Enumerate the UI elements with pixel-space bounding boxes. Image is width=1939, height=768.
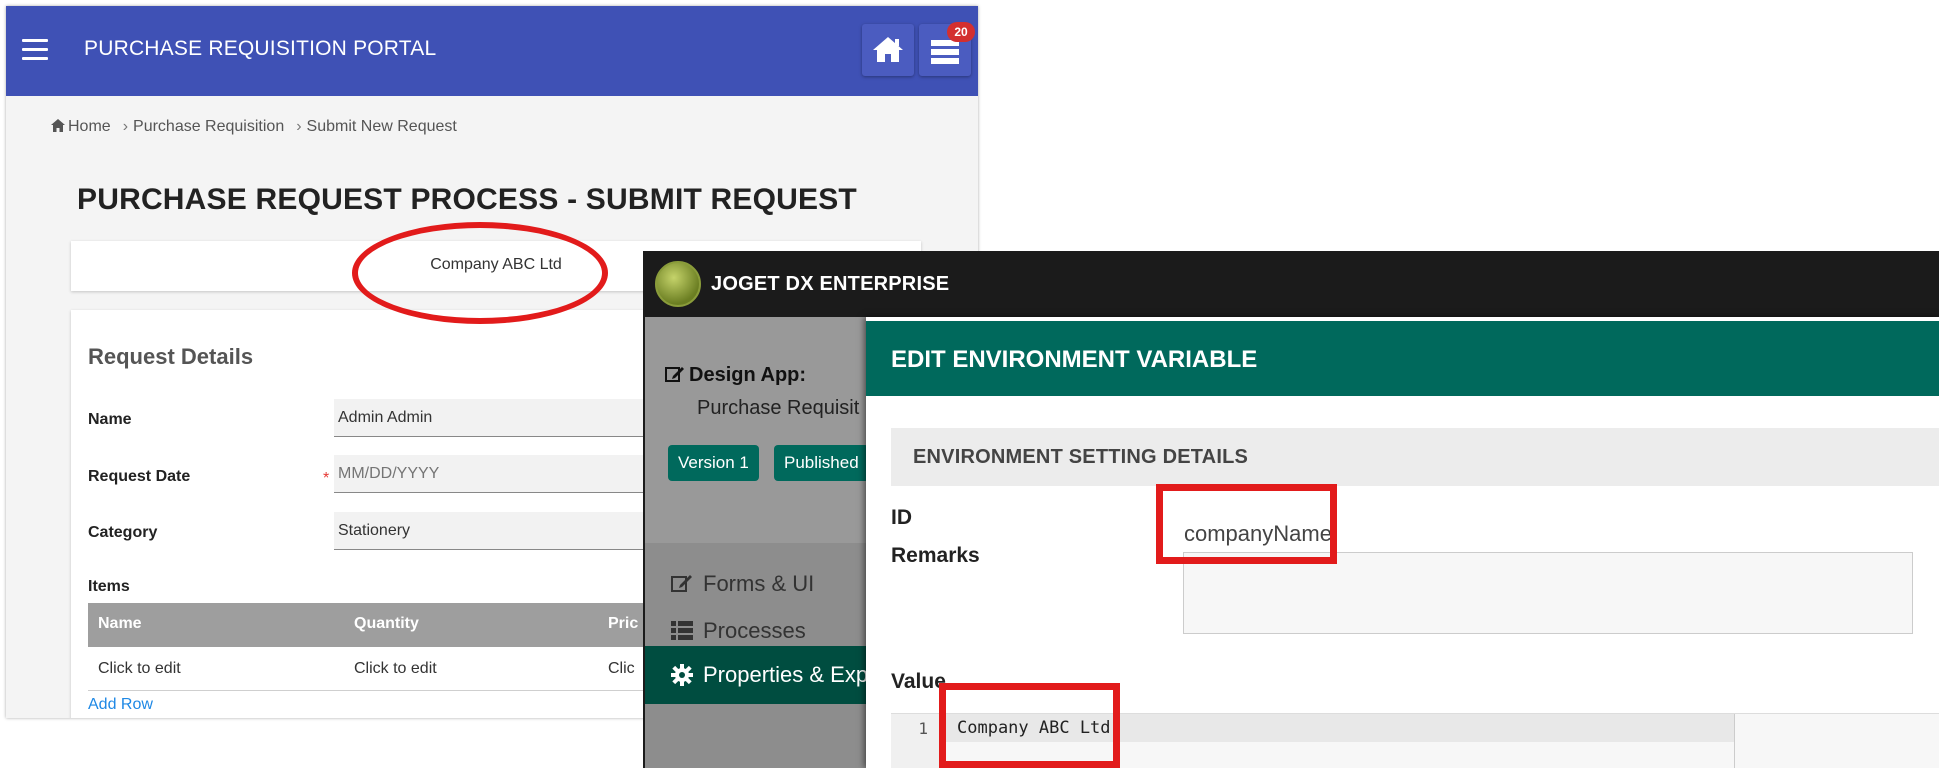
breadcrumb-separator: › [296, 118, 302, 135]
breadcrumb-current: Submit New Request [306, 118, 457, 135]
breadcrumb-separator: › [122, 118, 129, 135]
design-app-text: Design App: [689, 364, 807, 386]
id-label: ID [891, 506, 912, 529]
home-icon [873, 37, 903, 62]
modal-header: EDIT ENVIRONMENT VARIABLE [866, 317, 1939, 396]
item-name-cell[interactable]: Click to edit [98, 660, 181, 678]
published-button[interactable]: Published [774, 445, 869, 481]
edit-environment-variable-modal: EDIT ENVIRONMENT VARIABLE ENVIRONMENT SE… [866, 317, 1939, 768]
line-number: 1 [918, 719, 928, 738]
design-app-label: Design App: [665, 364, 806, 387]
joget-window: JOGET DX ENTERPRISE Design App: Purchase… [643, 251, 1939, 768]
modal-title: EDIT ENVIRONMENT VARIABLE [891, 346, 1258, 373]
remarks-textarea[interactable] [1183, 552, 1913, 634]
sidebar-item-label: Processes [703, 618, 806, 643]
home-icon [51, 119, 65, 132]
request-date-label: Request Date [88, 468, 191, 485]
required-mark: * [323, 470, 330, 487]
line-gutter: 1 [891, 714, 941, 768]
breadcrumb-purchase-requisition[interactable]: Purchase Requisition [133, 118, 284, 135]
section-header: ENVIRONMENT SETTING DETAILS [891, 428, 1939, 486]
column-name: Name [98, 615, 142, 632]
section-title: ENVIRONMENT SETTING DETAILS [913, 446, 1249, 468]
value-code-editor[interactable]: 1 Company ABC Ltd [891, 713, 1939, 768]
home-button[interactable] [862, 24, 914, 76]
edit-icon [671, 575, 692, 592]
name-label: Name [88, 411, 132, 428]
sidebar-item-label: Properties & Expo [703, 662, 881, 687]
gear-icon [671, 664, 693, 686]
editor-divider [1734, 714, 1735, 768]
column-price: Pric [608, 615, 639, 632]
edit-icon [665, 367, 684, 382]
value-label: Value [891, 670, 946, 693]
column-quantity: Quantity [354, 615, 419, 632]
portal-title: PURCHASE REQUISITION PORTAL [84, 37, 437, 60]
item-price-cell[interactable]: Clic [608, 660, 635, 678]
version-button[interactable]: Version 1 [668, 445, 759, 481]
page-title: PURCHASE REQUEST PROCESS - SUBMIT REQUES… [77, 183, 857, 216]
id-value: companyName [1184, 521, 1332, 546]
app-name: Purchase Requisit [697, 397, 860, 419]
items-label: Items [88, 578, 130, 595]
breadcrumb-home[interactable]: Home [68, 118, 111, 135]
hamburger-menu-icon[interactable] [22, 39, 48, 61]
joget-title: JOGET DX ENTERPRISE [711, 273, 950, 295]
list-icon [671, 621, 693, 640]
breadcrumb: Home › Purchase Requisition › Submit New Req… [51, 118, 462, 136]
add-row-link[interactable]: Add Row [88, 696, 153, 714]
sidebar-item-label: Forms & UI [703, 571, 815, 596]
joget-logo [655, 261, 701, 307]
portal-header: PURCHASE REQUISITION PORTAL 20 [6, 6, 978, 96]
category-label: Category [88, 524, 158, 541]
code-value: Company ABC Ltd [957, 718, 1111, 738]
item-quantity-cell[interactable]: Click to edit [354, 660, 437, 678]
remarks-label: Remarks [891, 544, 980, 567]
notification-badge: 20 [947, 22, 975, 42]
section-title: Request Details [88, 344, 254, 369]
